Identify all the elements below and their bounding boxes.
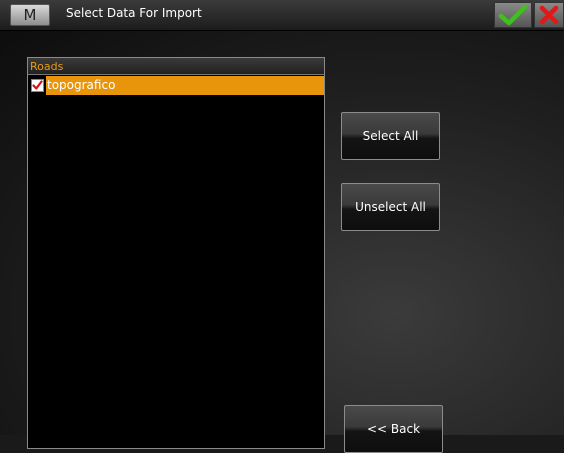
list-item[interactable]: topografico bbox=[28, 76, 324, 95]
list-header: Roads bbox=[28, 58, 324, 75]
checkmark-icon bbox=[32, 80, 43, 90]
data-list[interactable]: Roads topografico bbox=[27, 57, 325, 449]
ok-button[interactable] bbox=[494, 2, 532, 28]
window-title: Select Data For Import bbox=[66, 6, 202, 20]
cancel-button[interactable] bbox=[534, 2, 564, 28]
close-icon bbox=[539, 5, 559, 25]
unselect-all-button[interactable]: Unselect All bbox=[341, 183, 440, 231]
menu-button[interactable]: M bbox=[10, 4, 50, 26]
item-checkbox[interactable] bbox=[31, 79, 44, 92]
list-item-label: topografico bbox=[46, 76, 324, 95]
back-button[interactable]: << Back bbox=[344, 405, 443, 453]
check-icon bbox=[498, 4, 528, 26]
select-all-button[interactable]: Select All bbox=[341, 112, 440, 160]
main-content: Roads topografico Select All Unselect Al… bbox=[0, 31, 564, 453]
title-bar: M Select Data For Import bbox=[0, 0, 564, 31]
